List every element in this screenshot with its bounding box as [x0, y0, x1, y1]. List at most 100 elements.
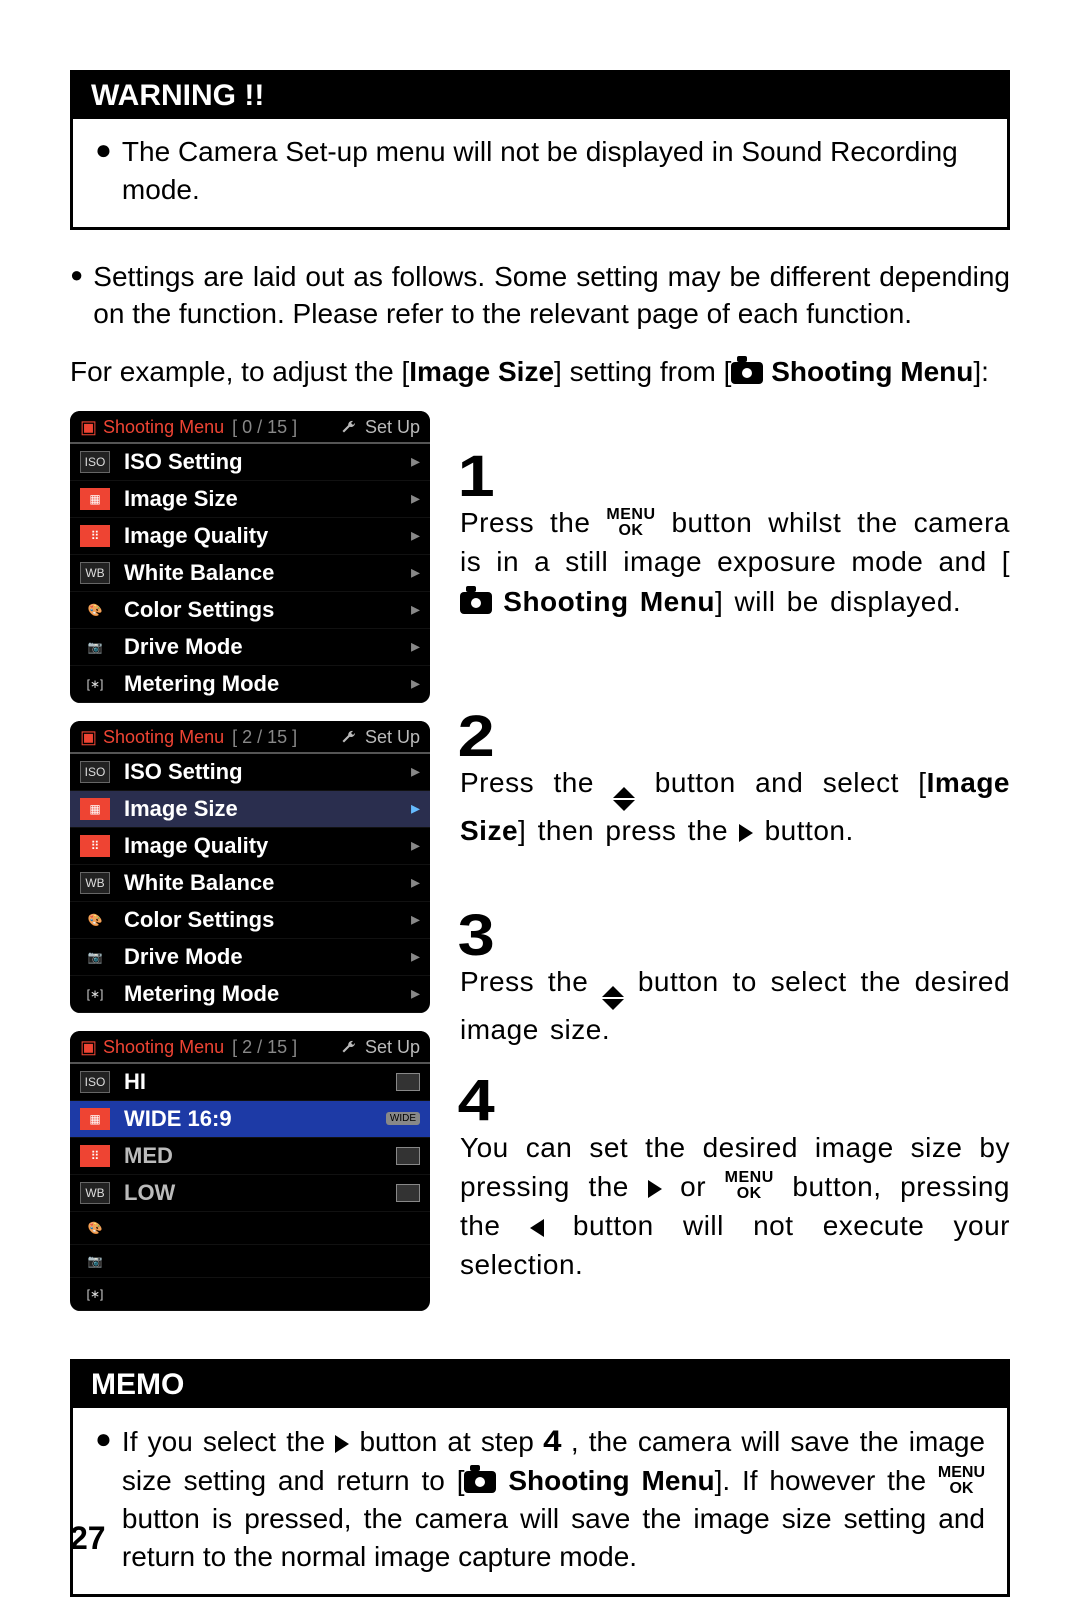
step-4: 4 You can set the desired image size by …	[460, 1055, 1010, 1284]
image-size-icon: ▦	[80, 488, 110, 510]
chevron-right-icon: ▸	[411, 636, 420, 657]
step-number: 1	[458, 451, 495, 503]
menu-item: [∗]Metering Mode▸	[70, 666, 430, 703]
menu-item: [∗]Metering Mode▸	[70, 976, 430, 1013]
palette-icon: 🎨	[80, 909, 110, 931]
memo-box: MEMO ● If you select the button at step …	[70, 1359, 1010, 1597]
iso-icon: ISO	[80, 761, 110, 783]
warning-box: WARNING !! ● The Camera Set-up menu will…	[70, 70, 1010, 230]
wrench-icon	[341, 419, 357, 435]
camera-icon: ▣	[80, 1037, 97, 1058]
menu-panel-1: ▣ Shooting Menu [ 0 / 15 ] Set Up ISOISO…	[70, 411, 430, 703]
page-number: 27	[70, 1520, 106, 1557]
triangle-right-icon	[648, 1180, 662, 1198]
camera-icon: ▣	[80, 417, 97, 438]
image-size-icon: ▦	[80, 798, 110, 820]
step-number: 3	[458, 910, 495, 962]
option-label: LOW	[124, 1180, 175, 1206]
step-1: 1 Press the MENUOK button whilst the cam…	[460, 431, 1010, 621]
thumb-icon	[396, 1184, 420, 1202]
wb-icon: WB	[80, 562, 110, 584]
lead-menu: Shooting Menu	[771, 356, 973, 387]
panel-header: ▣ Shooting Menu [ 0 / 15 ] Set Up	[70, 411, 430, 444]
step-text: You can set the desired image size by pr…	[460, 1128, 1010, 1285]
panel-count: [ 2 / 15 ]	[232, 1037, 297, 1058]
option-row-empty: [∗]	[70, 1278, 430, 1311]
option-row-empty: 🎨	[70, 1212, 430, 1245]
chevron-right-icon: ▸	[411, 451, 420, 472]
image-quality-icon: ⠿	[80, 835, 110, 857]
step-2: 2 Press the button and select [Image Siz…	[460, 691, 1010, 850]
panel-setup-label: Set Up	[365, 417, 420, 438]
option-label: WIDE 16:9	[124, 1106, 232, 1132]
metering-icon: [∗]	[80, 673, 110, 695]
menu-item-label: ISO Setting	[124, 759, 243, 785]
option-label: HI	[124, 1069, 146, 1095]
menu-item: ⠿Image Quality▸	[70, 828, 430, 865]
memo-text: If you select the button at step 4 , the…	[122, 1422, 985, 1576]
bullet-dot: ●	[70, 258, 93, 334]
step-number: 2	[458, 711, 495, 763]
menu-item-label: Drive Mode	[124, 944, 243, 970]
camera-icon	[460, 592, 492, 614]
image-quality-icon: ⠿	[80, 525, 110, 547]
menu-item-label: Color Settings	[124, 907, 274, 933]
step-text: Press the button and select [Image Size]…	[460, 763, 1010, 850]
bullet-dot: ●	[95, 133, 122, 209]
lead-pre: For example, to adjust the [	[70, 356, 409, 387]
menu-ok-icon: MENUOK	[606, 507, 655, 539]
intro-bullet: ● Settings are laid out as follows. Some…	[70, 258, 1010, 334]
menu-item-selected: ▦Image Size▸	[70, 791, 430, 828]
menu-item: ▦Image Size▸	[70, 481, 430, 518]
menu-item: ISOISO Setting▸	[70, 444, 430, 481]
menu-item-label: ISO Setting	[124, 449, 243, 475]
intro-lead: For example, to adjust the [Image Size] …	[70, 353, 1010, 391]
panel-setup: Set Up	[341, 417, 420, 438]
palette-icon: 🎨	[80, 599, 110, 621]
chevron-right-icon: ▸	[411, 562, 420, 583]
up-down-icon	[602, 986, 624, 1010]
image-size-icon: ▦	[80, 1108, 110, 1130]
wrench-icon	[341, 1039, 357, 1055]
option-label: MED	[124, 1143, 173, 1169]
lead-setting: Image Size	[409, 356, 554, 387]
drive-icon: 📷	[80, 1250, 110, 1272]
chevron-right-icon: ▸	[411, 872, 420, 893]
inline-step-number: 4	[543, 1422, 561, 1463]
menu-item-label: Image Quality	[124, 833, 268, 859]
triangle-right-icon	[335, 1435, 349, 1453]
panel-setup: Set Up	[341, 1037, 420, 1058]
chevron-right-icon: ▸	[411, 599, 420, 620]
memo-menu: Shooting Menu	[508, 1465, 714, 1496]
menu-item-label: Image Quality	[124, 523, 268, 549]
chevron-right-icon: ▸	[411, 761, 420, 782]
memo-body: ● If you select the button at step 4 , t…	[73, 1408, 1007, 1594]
chevron-right-icon: ▸	[411, 983, 420, 1004]
metering-icon: [∗]	[80, 1283, 110, 1305]
wide-badge: WIDE	[386, 1112, 420, 1125]
image-quality-icon: ⠿	[80, 1145, 110, 1167]
wb-icon: WB	[80, 1182, 110, 1204]
menu-item-label: White Balance	[124, 560, 274, 586]
menu-item: 📷Drive Mode▸	[70, 629, 430, 666]
menu-item: 📷Drive Mode▸	[70, 939, 430, 976]
menu-ok-icon: MENUOK	[938, 1465, 985, 1497]
panel-title: Shooting Menu	[103, 727, 224, 748]
panel-items: ISO ISO Setting ▸ ▦Image Size▸ ⠿ Image Qual…	[70, 754, 430, 1013]
menu-item: 🎨Color Settings▸	[70, 592, 430, 629]
menu-item-label: White Balance	[124, 870, 274, 896]
camera-icon	[731, 362, 763, 384]
menu-panel-3: ▣ Shooting Menu [ 2 / 15 ] Set Up ISOHI …	[70, 1031, 430, 1311]
panel-items: ISOISO Setting▸ ▦Image Size▸ ⠿Image Qual…	[70, 444, 430, 703]
menu-item: WBWhite Balance▸	[70, 865, 430, 902]
warning-text: The Camera Set-up menu will not be displ…	[122, 133, 985, 209]
menu-item: ⠿Image Quality▸	[70, 518, 430, 555]
chevron-right-icon: ▸	[411, 673, 420, 694]
option-item: WB LOW	[70, 1175, 430, 1212]
menu-panel-2: ▣ Shooting Menu [ 2 / 15 ] Set Up ISOISO…	[70, 721, 430, 1013]
menu-item-label: Drive Mode	[124, 634, 243, 660]
warning-title: WARNING !!	[73, 73, 1007, 119]
step-text: Press the MENUOK button whilst the camer…	[460, 503, 1010, 621]
option-row-empty: 📷	[70, 1245, 430, 1278]
panel-setup-label: Set Up	[365, 727, 420, 748]
